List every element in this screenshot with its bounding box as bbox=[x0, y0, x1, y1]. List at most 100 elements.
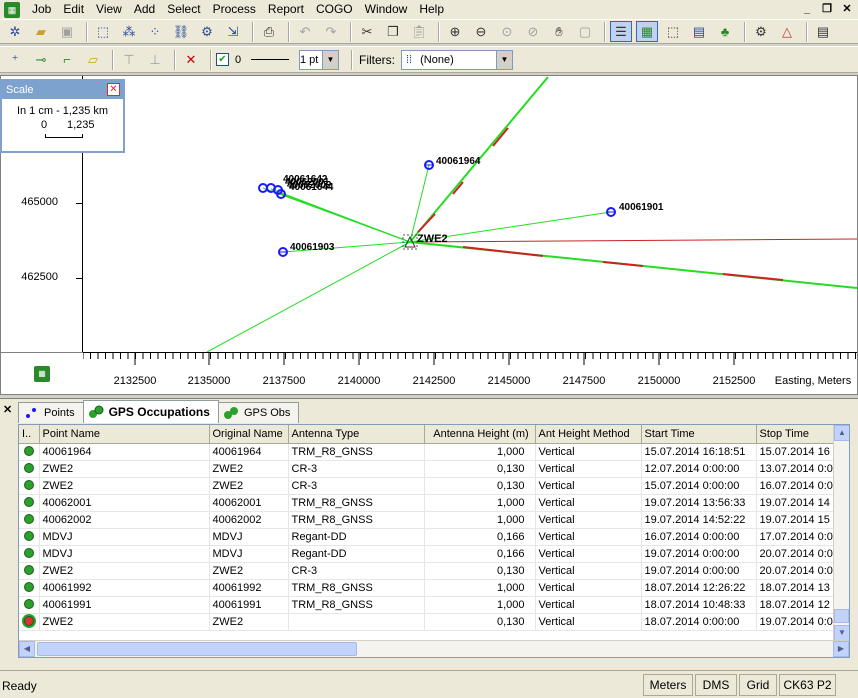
menu-view[interactable]: View bbox=[90, 0, 128, 19]
zoom-previous-icon[interactable]: ⊘ bbox=[522, 21, 544, 42]
status-units[interactable]: Meters bbox=[643, 674, 693, 696]
table-row[interactable]: ZWE2 ZWE2 CR-3 0,130 Vertical 19.07.2014 0:00… bbox=[19, 562, 834, 580]
vertical-scrollbar[interactable]: ▲ ▼ bbox=[833, 425, 849, 641]
table-row[interactable]: 40061964 40061964 TRM_R8_GNSS 1,000 Vertical… bbox=[19, 443, 834, 461]
restore-button[interactable]: ❐ bbox=[820, 2, 834, 16]
point-marker[interactable] bbox=[258, 183, 286, 199]
import-icon[interactable]: ⬚ bbox=[92, 21, 114, 42]
scroll-down-icon[interactable]: ▼ bbox=[834, 625, 849, 641]
column-header[interactable]: Antenna Type bbox=[288, 425, 425, 444]
map-canvas[interactable]: 40061964 40061642 40062001 40062002 4006… bbox=[83, 76, 857, 352]
cut-icon[interactable]: ✂ bbox=[356, 21, 378, 42]
point-size-combo[interactable]: 1 pt ▼ bbox=[299, 49, 339, 70]
chevron-down-icon[interactable]: ▼ bbox=[496, 50, 512, 69]
table-row[interactable]: ZWE2 ZWE2 0,130 Vertical 18.07.2014 0:00:00 1… bbox=[19, 613, 834, 631]
status-coordinate-system[interactable]: CK63 P2 bbox=[779, 674, 836, 696]
network-icon[interactable]: ⁘ bbox=[144, 21, 166, 42]
offset-icon[interactable]: ⊥ bbox=[144, 49, 166, 70]
add-point-icon[interactable]: ⁺ bbox=[4, 49, 26, 70]
gps-view-icon[interactable]: ▦ bbox=[636, 21, 658, 42]
coordinate-system-icon[interactable]: △ bbox=[776, 21, 798, 42]
point-marker[interactable] bbox=[424, 160, 434, 170]
plan-view-icon[interactable]: ⬚ bbox=[662, 21, 684, 42]
horizontal-scrollbar[interactable]: ◀ ▶ bbox=[19, 640, 849, 657]
status-coordinate-view[interactable]: Grid bbox=[739, 674, 777, 696]
link-icon[interactable]: ⛓ bbox=[170, 21, 192, 42]
close-icon[interactable]: ✕ bbox=[107, 83, 120, 96]
scroll-left-icon[interactable]: ◀ bbox=[19, 641, 35, 657]
zoom-window-icon[interactable]: ⊙ bbox=[496, 21, 518, 42]
column-header[interactable]: I.. bbox=[19, 425, 40, 444]
table-row[interactable]: 40062001 40062001 TRM_R8_GNSS 1,000 Vertical… bbox=[19, 494, 834, 512]
display-checkbox[interactable]: ✔ bbox=[216, 53, 229, 66]
menu-process[interactable]: Process bbox=[207, 0, 262, 19]
scale-panel-title[interactable]: Scale ✕ bbox=[2, 81, 123, 99]
list-view-icon[interactable]: ☰ bbox=[610, 21, 632, 42]
paste-icon[interactable]: 📋︎ bbox=[408, 21, 430, 42]
table-row[interactable]: 40062002 40062002 TRM_R8_GNSS 1,000 Vertical… bbox=[19, 511, 834, 529]
column-header[interactable]: Point Name bbox=[39, 425, 210, 444]
menu-select[interactable]: Select bbox=[161, 0, 206, 19]
menu-window[interactable]: Window bbox=[359, 0, 414, 19]
minimize-button[interactable]: _ bbox=[800, 2, 814, 16]
save-icon[interactable]: ▣ bbox=[56, 21, 78, 42]
table-row[interactable]: 40061992 40061992 TRM_R8_GNSS 1,000 Vertical… bbox=[19, 579, 834, 597]
table-row[interactable]: ZWE2 ZWE2 CR-3 0,130 Vertical 12.07.2014 0:00… bbox=[19, 460, 834, 478]
add-polyline-icon[interactable]: ⌐ bbox=[56, 49, 78, 70]
menu-edit[interactable]: Edit bbox=[57, 0, 90, 19]
points-import-icon[interactable]: ⁂ bbox=[118, 21, 140, 42]
settings-icon[interactable]: ✲ bbox=[4, 21, 26, 42]
baseline[interactable] bbox=[280, 193, 411, 243]
report-icon[interactable]: ▤ bbox=[812, 21, 834, 42]
timeline-icon[interactable]: ▤ bbox=[688, 21, 710, 42]
scroll-thumb[interactable] bbox=[834, 609, 849, 623]
delete-icon[interactable]: ✕ bbox=[180, 49, 202, 70]
zoom-extents-icon[interactable]: ▢ bbox=[574, 21, 596, 42]
column-header[interactable]: Start Time bbox=[641, 425, 757, 444]
open-folder-icon[interactable]: ▰ bbox=[30, 21, 52, 42]
table-row[interactable]: MDVJ MDVJ Regant-DD 0,166 Vertical 16.07.2014… bbox=[19, 528, 834, 546]
redo-icon[interactable]: ↷ bbox=[320, 21, 342, 42]
copy-icon[interactable]: ❐ bbox=[382, 21, 404, 42]
close-button[interactable]: ✕ bbox=[840, 2, 854, 16]
tab-gps-obs[interactable]: GPS Obs bbox=[217, 402, 300, 423]
point-marker[interactable] bbox=[278, 247, 288, 257]
scale-panel[interactable]: Scale ✕ In 1 cm - 1,235 km 0 1,235 bbox=[0, 79, 125, 153]
table-row[interactable]: MDVJ MDVJ Regant-DD 0,166 Vertical 19.07.2014… bbox=[19, 545, 834, 563]
column-header[interactable]: Stop Time bbox=[756, 425, 834, 444]
baseline[interactable] bbox=[206, 241, 411, 352]
scroll-up-icon[interactable]: ▲ bbox=[834, 425, 849, 441]
undo-icon[interactable]: ↶ bbox=[294, 21, 316, 42]
scroll-thumb[interactable] bbox=[37, 642, 357, 656]
export-icon[interactable]: ⇲ bbox=[222, 21, 244, 42]
properties-icon[interactable]: ⚙ bbox=[750, 21, 772, 42]
status-angle-format[interactable]: DMS bbox=[695, 674, 737, 696]
point-marker[interactable] bbox=[606, 207, 616, 217]
column-header[interactable]: Original Name bbox=[209, 425, 289, 444]
intersect-icon[interactable]: ⊤ bbox=[118, 49, 140, 70]
column-header[interactable]: Ant Height Method bbox=[535, 425, 642, 444]
zoom-in-icon[interactable]: ⊕ bbox=[444, 21, 466, 42]
close-icon[interactable]: ✕ bbox=[3, 403, 12, 416]
menu-help[interactable]: Help bbox=[413, 0, 450, 19]
plan-view[interactable]: 465000 462500 40061964 40061642 40062001… bbox=[0, 75, 858, 395]
column-header[interactable]: Antenna Height (m) bbox=[424, 425, 536, 444]
filters-combo[interactable]: ⁞⁞ (None) ▼ bbox=[401, 49, 513, 70]
print-icon[interactable]: ⎙ bbox=[258, 21, 280, 42]
menu-add[interactable]: Add bbox=[128, 0, 161, 19]
process-icon[interactable]: ⚙ bbox=[196, 21, 218, 42]
tab-points[interactable]: Points bbox=[18, 402, 84, 423]
scroll-right-icon[interactable]: ▶ bbox=[833, 641, 849, 657]
baseline[interactable] bbox=[409, 238, 857, 243]
table-row[interactable]: ZWE2 ZWE2 CR-3 0,130 Vertical 15.07.2014 0:00… bbox=[19, 477, 834, 495]
add-line-icon[interactable]: ⊸ bbox=[30, 49, 52, 70]
add-area-icon[interactable]: ▱ bbox=[82, 49, 104, 70]
tree-icon[interactable]: ♣ bbox=[714, 21, 736, 42]
table-row[interactable]: 40061991 40061991 TRM_R8_GNSS 1,000 Vertical… bbox=[19, 596, 834, 614]
tab-gps-occupations[interactable]: GPS Occupations bbox=[82, 400, 219, 423]
menu-job[interactable]: Job bbox=[26, 0, 57, 19]
pan-hand-icon[interactable]: ✋︎ bbox=[548, 21, 570, 42]
chevron-down-icon[interactable]: ▼ bbox=[322, 50, 338, 69]
zoom-out-icon[interactable]: ⊖ bbox=[470, 21, 492, 42]
menu-report[interactable]: Report bbox=[262, 0, 310, 19]
